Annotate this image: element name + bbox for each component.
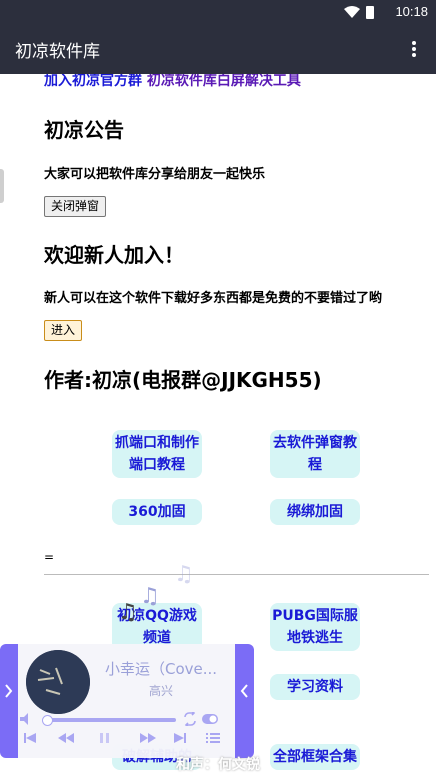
rewind-icon: [58, 733, 74, 743]
wifi-icon: [344, 6, 360, 18]
play-icon: [100, 733, 109, 743]
player-panel: 小幸运（Cove... 高兴: [18, 644, 235, 758]
music-note-icon: ♫: [140, 584, 160, 609]
status-icons: [344, 6, 374, 19]
official-group-link[interactable]: 加入初凉官方群: [44, 74, 142, 89]
skip-end-icon: [174, 733, 186, 743]
pubg-metro-button[interactable]: PUBG国际服地铁逃生: [270, 603, 360, 651]
blank-fix-link[interactable]: 初凉软件库白屏解决工具: [147, 74, 301, 89]
welcome-title: 欢迎新人加入！: [44, 243, 184, 267]
forward-icon: [140, 733, 156, 743]
separator-text: =: [44, 550, 55, 564]
enter-button[interactable]: 进入: [44, 320, 83, 341]
album-cover: [26, 650, 90, 714]
chevron-right-icon: [5, 684, 13, 698]
more-options-icon[interactable]: [404, 39, 424, 59]
player-collapse-handle[interactable]: [0, 644, 18, 758]
music-player[interactable]: 小幸运（Cove... 高兴: [0, 644, 254, 758]
port-tutorial-button[interactable]: 抓端口和制作端口教程: [112, 430, 202, 478]
player-expand-handle[interactable]: [235, 644, 254, 758]
author-title: 作者:初凉(电报群@JJKGH55): [44, 368, 322, 392]
playlist-icon: [206, 733, 220, 743]
song-title: 小幸运（Cove...: [104, 660, 218, 678]
study-materials-button[interactable]: 学习资料: [270, 674, 360, 700]
skip-start-icon: [24, 733, 36, 743]
lyric-caption: 和声：何文锐: [176, 757, 260, 773]
volume-icon[interactable]: [18, 712, 38, 726]
artist-name: 高兴: [148, 684, 173, 698]
player-controls: [24, 733, 220, 743]
all-frameworks-button[interactable]: 全部框架合集: [270, 744, 360, 770]
divider: [44, 574, 429, 575]
status-time: 10:18: [395, 4, 428, 19]
top-links: 加入初凉官方群 初凉软件库白屏解决工具: [44, 74, 301, 90]
progress-knob[interactable]: [42, 715, 53, 726]
repeat-icon[interactable]: [182, 712, 198, 726]
toggle-icon[interactable]: [202, 714, 218, 724]
chevron-left-icon: [240, 684, 248, 698]
notice-title: 初凉公告: [44, 118, 124, 142]
music-note-icon: ♫: [118, 600, 138, 625]
360-reinforce-button[interactable]: 360加固: [112, 499, 202, 525]
welcome-text: 新人可以在这个软件下载好多东西都是免费的不要错过了哟: [44, 291, 383, 306]
close-popup-button[interactable]: 关闭弹窗: [44, 196, 107, 217]
bangbang-reinforce-button[interactable]: 绑绑加固: [270, 499, 360, 525]
app-bar: 初凉软件库: [0, 24, 436, 74]
notice-text: 大家可以把软件库分享给朋友一起快乐: [44, 167, 266, 182]
app-title: 初凉软件库: [15, 42, 100, 62]
side-edge-handle[interactable]: [0, 169, 4, 203]
progress-bar[interactable]: [46, 718, 176, 722]
battery-icon: [366, 6, 374, 19]
remove-popup-tutorial-button[interactable]: 去软件弹窗教程: [270, 430, 360, 478]
status-bar: 10:18: [0, 0, 436, 24]
music-note-icon: ♫: [174, 562, 194, 587]
